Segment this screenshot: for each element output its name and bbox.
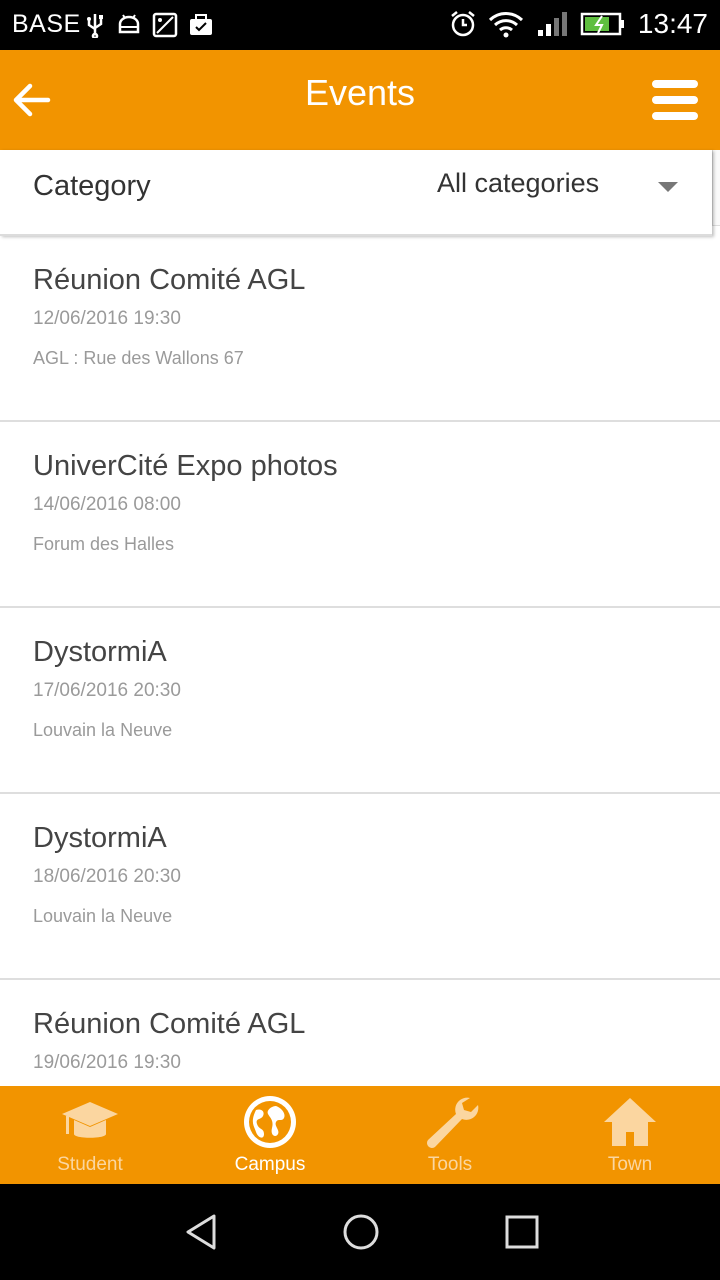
page-title: Events [304, 72, 416, 113]
divider [712, 150, 720, 226]
bottom-tab-bar: Student Campus Tools Town [0, 1086, 720, 1184]
carrier-label: BASE [12, 10, 81, 38]
globe-icon [244, 1096, 296, 1148]
tab-campus[interactable]: Campus [180, 1086, 360, 1184]
house-icon [604, 1098, 656, 1146]
event-name: DystormiA [33, 822, 167, 854]
wrench-icon [427, 1097, 479, 1148]
event-name: UniverCité Expo photos [33, 450, 338, 482]
usb-icon [87, 14, 103, 38]
event-datetime: 19/06/2016 19:30 [33, 1052, 181, 1073]
events-list: Réunion Comité AGL 12/06/2016 19:30 AGL … [0, 236, 720, 1086]
android-debug-icon [118, 14, 140, 34]
nav-back-icon[interactable] [182, 1212, 222, 1252]
nav-home-icon[interactable] [341, 1212, 381, 1252]
event-name: Réunion Comité AGL [33, 1008, 306, 1040]
category-filter: Category All categories [0, 150, 712, 236]
tab-label: Student [57, 1154, 123, 1175]
clock: 13:47 [637, 8, 708, 39]
list-item[interactable]: Réunion Comité AGL 19/06/2016 19:30 [0, 980, 720, 1086]
event-datetime: 12/06/2016 19:30 [33, 308, 181, 329]
notification-icons [84, 12, 214, 38]
image-icon [152, 12, 178, 38]
status-bar: BASE 13:47 [0, 0, 720, 50]
event-datetime: 18/06/2016 20:30 [33, 866, 181, 887]
briefcase-icon [190, 14, 212, 35]
event-location: Louvain la Neuve [33, 906, 173, 926]
tab-student[interactable]: Student [0, 1086, 180, 1184]
event-location: Louvain la Neuve [33, 720, 173, 740]
battery-icon [580, 12, 624, 36]
category-label: Category [33, 170, 151, 202]
signal-icon [537, 12, 567, 36]
system-icons: 13:47 [450, 8, 708, 40]
tab-label: Campus [234, 1154, 306, 1175]
tab-tools[interactable]: Tools [360, 1086, 540, 1184]
event-name: Réunion Comité AGL [33, 264, 306, 296]
tab-label: Town [607, 1154, 653, 1175]
tab-label: Tools [427, 1154, 473, 1175]
tab-town[interactable]: Town [540, 1086, 720, 1184]
alarm-icon [451, 11, 475, 37]
event-name: DystormiA [33, 636, 167, 668]
system-nav-bar [0, 1184, 720, 1280]
graduation-cap-icon [62, 1102, 118, 1138]
list-item[interactable]: DystormiA 18/06/2016 20:30 Louvain la Ne… [0, 794, 720, 980]
list-item[interactable]: Réunion Comité AGL 12/06/2016 19:30 AGL … [0, 236, 720, 422]
nav-recents-icon[interactable] [502, 1212, 542, 1252]
event-location: Forum des Halles [33, 534, 175, 554]
list-item[interactable]: UniverCité Expo photos 14/06/2016 08:00 … [0, 422, 720, 608]
wifi-icon [488, 12, 523, 38]
chevron-down-icon[interactable] [658, 182, 678, 192]
event-location: AGL : Rue des Wallons 67 [33, 348, 244, 368]
category-dropdown[interactable]: All categories [437, 168, 599, 199]
event-datetime: 14/06/2016 08:00 [33, 494, 181, 515]
event-datetime: 17/06/2016 20:30 [33, 680, 181, 701]
app-bar: Events [0, 50, 720, 150]
hamburger-menu-icon[interactable] [650, 78, 700, 122]
list-item[interactable]: DystormiA 17/06/2016 20:30 Louvain la Ne… [0, 608, 720, 794]
